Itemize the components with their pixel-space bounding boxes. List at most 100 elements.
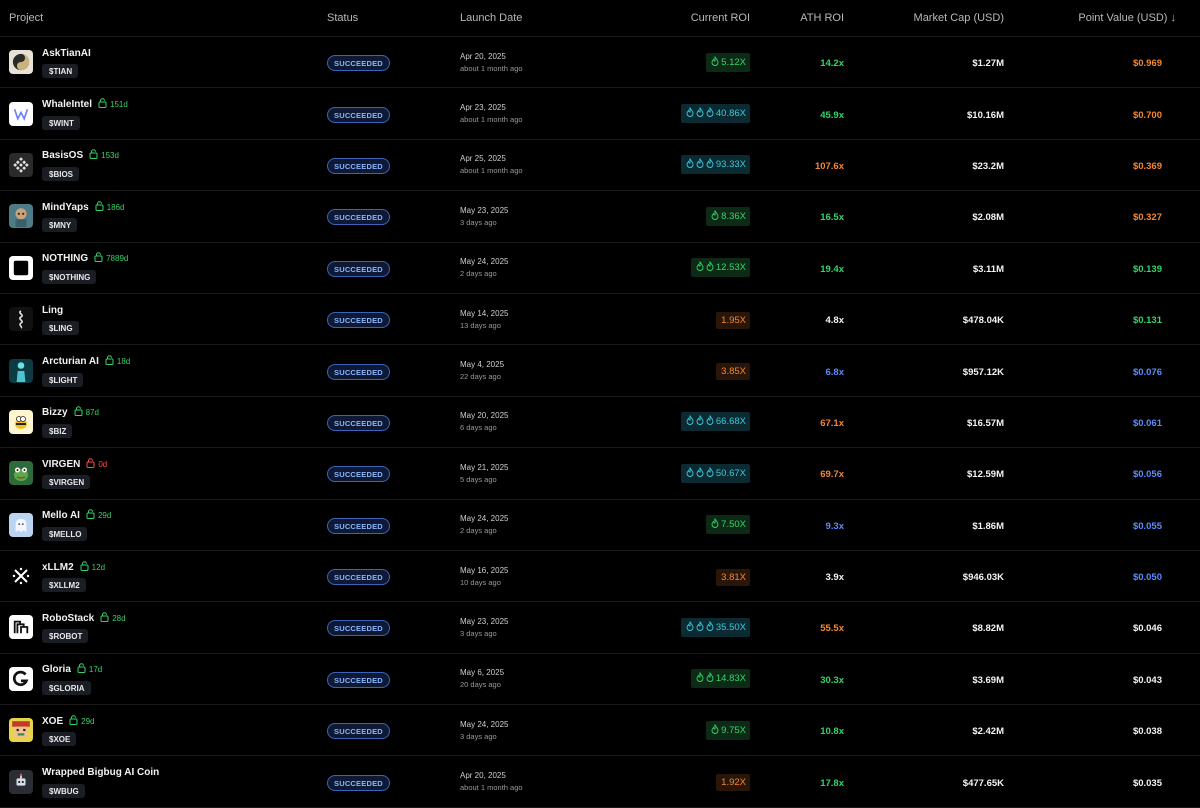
table-row[interactable]: WhaleIntel 151d $WINT SUCCEEDED Apr 23, 2025…: [0, 88, 1200, 140]
project-cell[interactable]: VIRGEN 0d $VIRGEN: [0, 456, 320, 490]
project-cell[interactable]: XOE 29d $XOE: [0, 713, 320, 747]
point-value: $0.046: [1132, 623, 1162, 635]
current-roi-value: 3.81X: [721, 571, 746, 583]
table-row[interactable]: Wrapped Bigbug AI Coin $WBUG SUCCEEDED Apr …: [0, 756, 1200, 808]
ath-roi-value: 55.5x: [820, 623, 844, 635]
current-roi-value: 1.95X: [721, 314, 746, 326]
table-row[interactable]: RoboStack 28d $ROBOT SUCCEEDED May 23, 2025 3…: [0, 602, 1200, 654]
status-badge: SUCCEEDED: [327, 620, 390, 637]
black-square-icon: [9, 255, 33, 280]
project-cell[interactable]: AskTianAI $TIAN: [0, 45, 320, 79]
table-row[interactable]: AskTianAI $TIAN SUCCEEDED Apr 20, 2025 about…: [0, 37, 1200, 89]
project-cell[interactable]: Mello AI 29d $MELLO: [0, 508, 320, 542]
flame-icon: [686, 466, 694, 480]
status-badge: SUCCEEDED: [327, 517, 390, 534]
flame-icon: [706, 415, 714, 428]
current-roi-badge: 40.86X: [680, 104, 750, 124]
column-header-market-cap[interactable]: Market Cap (USD): [844, 12, 1004, 24]
current-roi-value: 7.50X: [721, 519, 746, 531]
project-cell[interactable]: Arcturian AI 18d $LIGHT: [0, 354, 320, 388]
project-cell[interactable]: MindYaps 186d $MNY: [0, 199, 320, 233]
table-header: Project Status Launch Date Current ROI A…: [0, 0, 1200, 37]
project-name[interactable]: Gloria: [42, 664, 71, 675]
column-header-point-value[interactable]: Point Value (USD) ↓: [1004, 12, 1184, 24]
market-cap-value: $478.04K: [962, 315, 1004, 327]
launch-date: Apr 20, 2025: [460, 51, 506, 61]
project-cell[interactable]: xLLM2 12d $XLLM2: [0, 559, 320, 593]
project-name[interactable]: Bizzy: [42, 407, 68, 418]
launch-ago: 13 days ago: [460, 320, 501, 330]
g-logo-icon: [9, 666, 33, 691]
column-header-launch-date[interactable]: Launch Date: [452, 12, 602, 24]
table-row[interactable]: NOTHING 7889d $NOTHING SUCCEEDED May 24, 202…: [0, 243, 1200, 294]
table-row[interactable]: Bizzy 87d $BIZ SUCCEEDED May 20, 2025 6 days …: [0, 397, 1200, 449]
project-cell[interactable]: WhaleIntel 151d $WINT: [0, 97, 320, 131]
table-row[interactable]: XOE 29d $XOE SUCCEEDED May 24, 2025 3 days ag…: [0, 705, 1200, 757]
flame-icon: [706, 672, 714, 685]
flame-icon: [686, 415, 694, 428]
table-row[interactable]: MindYaps 186d $MNY SUCCEEDED May 23, 2025 3 d…: [0, 191, 1200, 243]
lock-icon: [89, 149, 98, 162]
launch-ago: about 1 month ago: [460, 166, 523, 176]
pixel-face-icon: [9, 718, 33, 743]
column-header-ath-roi[interactable]: ATH ROI: [750, 12, 844, 24]
launch-ago: 10 days ago: [460, 577, 501, 587]
lock-days: 29d: [97, 511, 112, 521]
project-cell[interactable]: Ling $LING: [0, 302, 320, 336]
lock-icon: [98, 98, 107, 111]
table-row[interactable]: Arcturian AI 18d $LIGHT SUCCEEDED May 4, 202…: [0, 345, 1200, 397]
launch-ago: 22 days ago: [460, 372, 501, 382]
launch-date: May 16, 2025: [460, 565, 509, 575]
lock-days: 7889d: [106, 254, 129, 264]
table-row[interactable]: BasisOS 153d $BIOS SUCCEEDED Apr 25, 2025 abo…: [0, 140, 1200, 192]
ath-roi-value: 107.6x: [814, 160, 844, 172]
lock-days: 87d: [85, 408, 99, 418]
point-value: $0.700: [1132, 109, 1162, 121]
project-name[interactable]: MindYaps: [42, 202, 89, 213]
ath-roi-value: 16.5x: [820, 212, 844, 224]
cross-icon: [9, 564, 33, 589]
project-name[interactable]: WhaleIntel: [42, 99, 92, 110]
project-name[interactable]: NOTHING: [42, 253, 88, 264]
status-badge: SUCCEEDED: [327, 55, 390, 72]
table-row[interactable]: Ling $LING SUCCEEDED May 14, 2025 13 days ag…: [0, 294, 1200, 346]
project-name[interactable]: xLLM2: [42, 562, 74, 573]
status-badge: SUCCEEDED: [327, 671, 390, 688]
project-cell[interactable]: Wrapped Bigbug AI Coin $WBUG: [0, 765, 320, 799]
project-name[interactable]: BasisOS: [42, 150, 83, 161]
project-cell[interactable]: NOTHING 7889d $NOTHING: [0, 251, 320, 285]
column-header-status[interactable]: Status: [320, 12, 452, 24]
point-value: $0.050: [1132, 572, 1162, 584]
project-name[interactable]: XOE: [42, 716, 63, 727]
point-value: $0.055: [1132, 520, 1162, 532]
table-row[interactable]: Gloria 17d $GLORIA SUCCEEDED May 6, 2025 20 d…: [0, 654, 1200, 706]
project-name[interactable]: VIRGEN: [42, 459, 80, 470]
lock-icon: [77, 663, 86, 676]
launch-ago: 6 days ago: [460, 423, 497, 433]
project-name[interactable]: Ling: [42, 305, 63, 316]
table-row[interactable]: xLLM2 12d $XLLM2 SUCCEEDED May 16, 2025 10 da…: [0, 551, 1200, 603]
project-name[interactable]: AskTianAI: [42, 48, 91, 59]
table-row[interactable]: Mello AI 29d $MELLO SUCCEEDED May 24, 2025 2 …: [0, 500, 1200, 551]
project-name[interactable]: Wrapped Bigbug AI Coin: [42, 767, 159, 778]
project-cell[interactable]: RoboStack 28d $ROBOT: [0, 610, 320, 644]
project-name[interactable]: RoboStack: [42, 613, 94, 624]
column-header-current-roi[interactable]: Current ROI: [602, 12, 750, 24]
launch-date: May 20, 2025: [460, 411, 509, 421]
project-cell[interactable]: Gloria 17d $GLORIA: [0, 662, 320, 696]
current-roi-badge: 8.36X: [706, 206, 750, 226]
column-header-project[interactable]: Project: [0, 12, 320, 24]
current-roi-badge: 50.67X: [680, 463, 750, 483]
status-badge: SUCCEEDED: [327, 363, 390, 380]
robot-icon: [9, 769, 33, 794]
frog-icon: [9, 461, 33, 486]
current-roi-badge: 66.68X: [680, 412, 750, 432]
current-roi-value: 66.68X: [715, 416, 746, 428]
launch-date: May 21, 2025: [460, 462, 509, 472]
project-cell[interactable]: BasisOS 153d $BIOS: [0, 148, 320, 182]
yin-yang-icon: [9, 50, 33, 75]
project-cell[interactable]: Bizzy 87d $BIZ: [0, 405, 320, 439]
project-name[interactable]: Arcturian AI: [42, 356, 99, 367]
project-name[interactable]: Mello AI: [42, 510, 80, 521]
table-row[interactable]: VIRGEN 0d $VIRGEN SUCCEEDED May 21, 2025 5 da…: [0, 448, 1200, 500]
